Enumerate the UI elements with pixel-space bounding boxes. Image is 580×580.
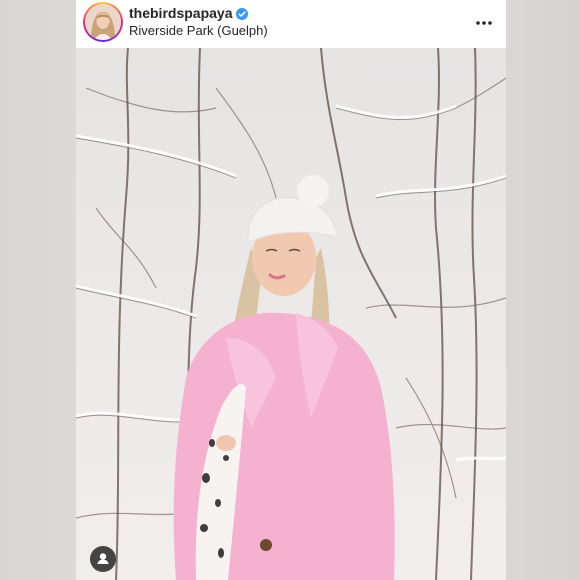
post-header: thebirdspapaya Riverside Park (Guelph) xyxy=(76,0,506,48)
instagram-post: thebirdspapaya Riverside Park (Guelph) xyxy=(76,0,506,580)
user-tag-button[interactable] xyxy=(90,546,116,572)
username-link[interactable]: thebirdspapaya xyxy=(129,5,232,21)
avatar[interactable] xyxy=(85,4,121,40)
more-options-icon[interactable] xyxy=(474,16,494,28)
person-icon xyxy=(97,553,109,564)
story-ring[interactable] xyxy=(83,2,123,42)
post-photo[interactable] xyxy=(76,48,506,580)
verified-badge-icon xyxy=(236,7,249,20)
location-link[interactable]: Riverside Park (Guelph) xyxy=(129,23,268,38)
